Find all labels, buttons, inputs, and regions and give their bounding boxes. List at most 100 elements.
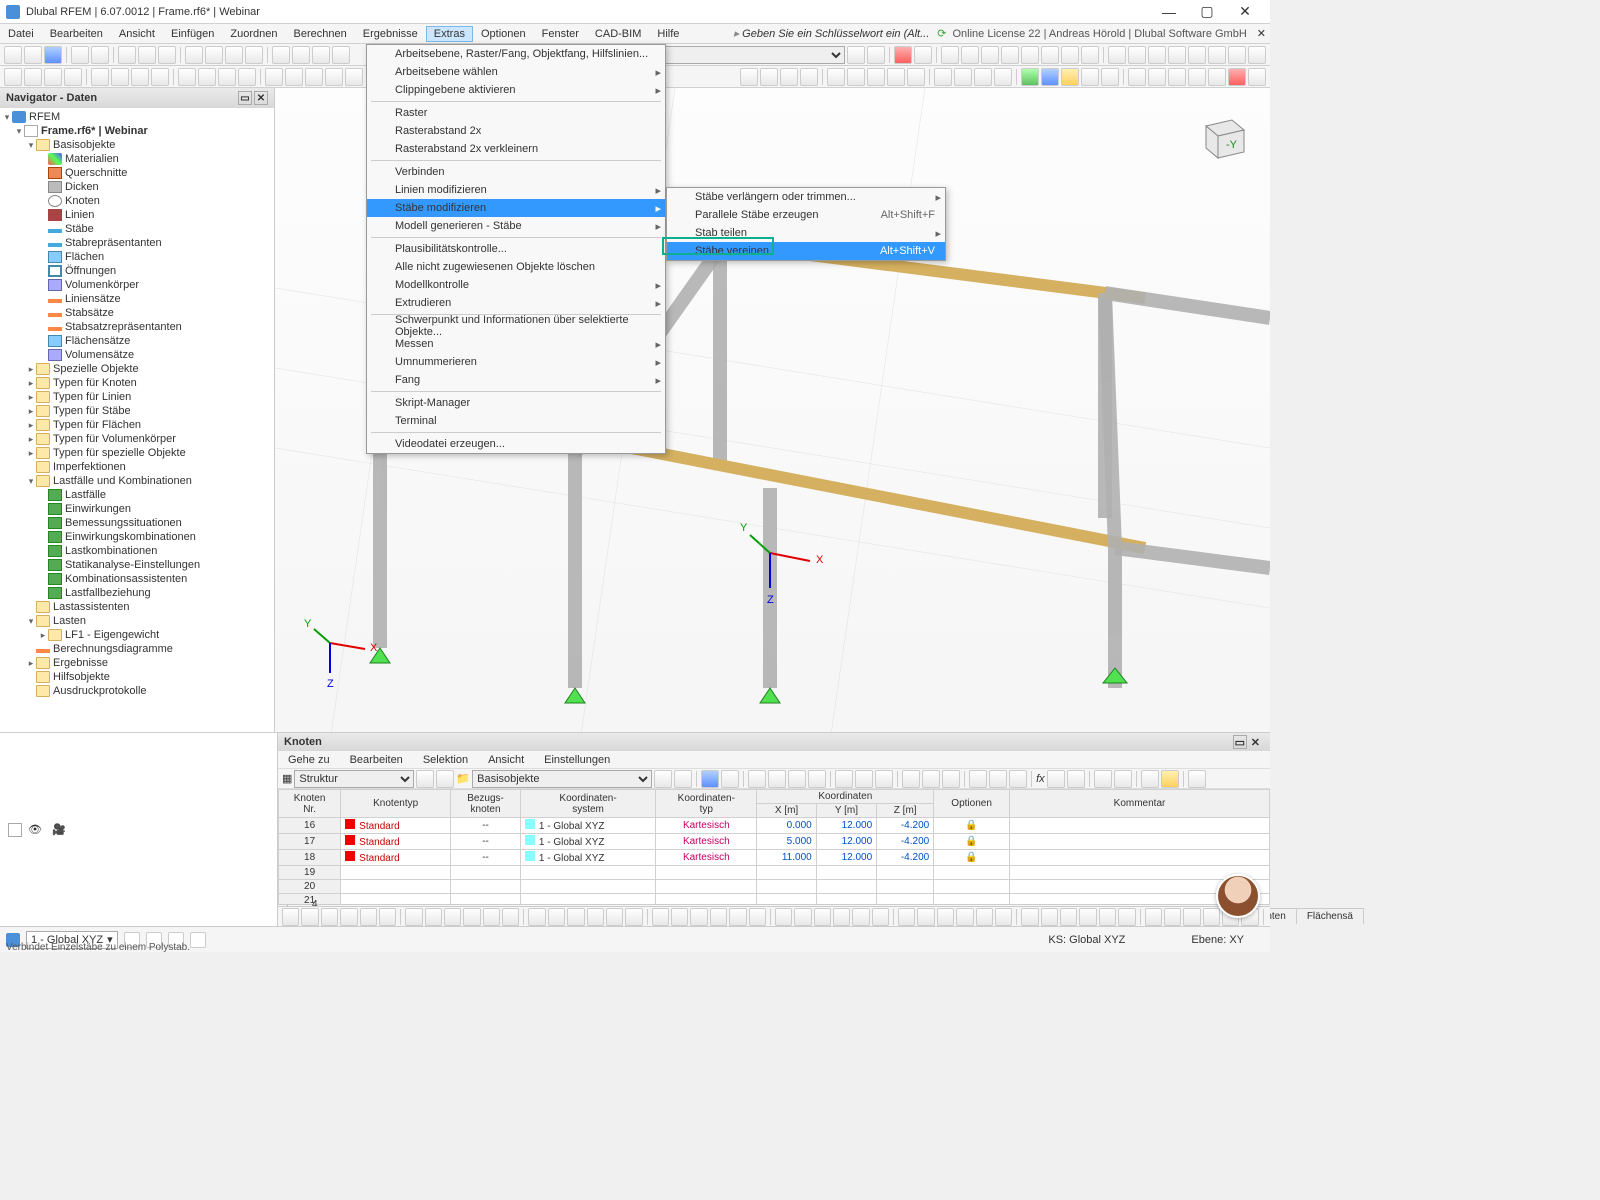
snap-tool[interactable] (1203, 908, 1220, 926)
et15[interactable] (305, 68, 323, 86)
bt19[interactable] (1114, 770, 1132, 788)
rt15[interactable] (1041, 68, 1059, 86)
tree-item[interactable]: ▸Typen für Stäbe (0, 404, 274, 418)
close-button[interactable]: ✕ (1226, 1, 1264, 23)
bt4[interactable] (768, 770, 786, 788)
basis-combo[interactable]: Basisobjekte (472, 770, 652, 788)
tool-paste[interactable] (158, 46, 176, 64)
bt16[interactable] (1047, 770, 1065, 788)
bm-selektion[interactable]: Selektion (413, 753, 478, 767)
tree-item[interactable]: Stäbe (0, 222, 274, 236)
menu-item[interactable]: Modell generieren - Stäbe▸ (367, 217, 665, 235)
et3[interactable] (44, 68, 62, 86)
snap-tool[interactable] (1099, 908, 1116, 926)
tool-open[interactable] (24, 46, 42, 64)
tree-item[interactable]: ▾Lasten (0, 614, 274, 628)
bt-next2[interactable] (674, 770, 692, 788)
snap-tool[interactable] (1060, 908, 1077, 926)
tool-table[interactable] (272, 46, 290, 64)
snap-tool[interactable] (1183, 908, 1200, 926)
tree-item[interactable]: ▾Basisobjekte (0, 138, 274, 152)
tree-item[interactable]: Lastfallbeziehung (0, 586, 274, 600)
script-icon[interactable] (8, 823, 22, 837)
snap-tool[interactable] (483, 908, 500, 926)
menu-einfuegen[interactable]: Einfügen (163, 26, 222, 42)
tree-item[interactable]: Linien (0, 208, 274, 222)
snap-tool[interactable] (567, 908, 584, 926)
snap-tool[interactable] (301, 908, 318, 926)
tree-item[interactable]: Lastassistenten (0, 600, 274, 614)
bt7[interactable] (835, 770, 853, 788)
snap-tool[interactable] (852, 908, 869, 926)
rt21[interactable] (1168, 68, 1186, 86)
rt13[interactable] (994, 68, 1012, 86)
tree-item[interactable]: ▸Typen für spezielle Objekte (0, 446, 274, 460)
tree-item[interactable]: Lastfälle (0, 488, 274, 502)
rt10[interactable] (934, 68, 952, 86)
snap-tool[interactable] (1021, 908, 1038, 926)
menu-item[interactable]: Messen▸ (367, 335, 665, 353)
bt12[interactable] (942, 770, 960, 788)
menu-item[interactable]: Arbeitsebene wählen▸ (367, 63, 665, 81)
navigator-close[interactable]: ✕ (254, 91, 268, 105)
snap-tool[interactable] (729, 908, 746, 926)
tree-item[interactable]: Bemessungssituationen (0, 516, 274, 530)
rt14[interactable] (1021, 68, 1039, 86)
menu-fenster[interactable]: Fenster (534, 26, 587, 42)
menu-item[interactable]: Clippingebene aktivieren▸ (367, 81, 665, 99)
rt8[interactable] (887, 68, 905, 86)
et16[interactable] (325, 68, 343, 86)
bt2[interactable] (721, 770, 739, 788)
menu-item[interactable]: Schwerpunkt und Informationen über selek… (367, 317, 665, 335)
bt1[interactable] (701, 770, 719, 788)
tool-panel[interactable] (292, 46, 310, 64)
tree-item[interactable]: Liniensätze (0, 292, 274, 306)
et10[interactable] (198, 68, 216, 86)
snap-tool[interactable] (528, 908, 545, 926)
tool-v5[interactable] (1021, 46, 1039, 64)
tool-view7[interactable] (1228, 46, 1246, 64)
bt-search[interactable] (1188, 770, 1206, 788)
menu-extras[interactable]: Extras (426, 26, 473, 42)
tool-view6[interactable] (1208, 46, 1226, 64)
et4[interactable] (64, 68, 82, 86)
tree-item[interactable]: Ausdruckprotokolle (0, 684, 274, 698)
tree-item[interactable]: Flächen (0, 250, 274, 264)
snap-tool[interactable] (444, 908, 461, 926)
menu-item[interactable]: Rasterabstand 2x verkleinern (367, 140, 665, 158)
rt7[interactable] (867, 68, 885, 86)
tree-item[interactable]: Volumenkörper (0, 278, 274, 292)
tool-v7[interactable] (1061, 46, 1079, 64)
tool-redo[interactable] (91, 46, 109, 64)
eye-icon[interactable]: 👁 (28, 823, 46, 836)
tree-item[interactable]: Einwirkungen (0, 502, 274, 516)
tool-v3[interactable] (981, 46, 999, 64)
snap-tool[interactable] (956, 908, 973, 926)
menu-zuordnen[interactable]: Zuordnen (222, 26, 285, 42)
tool-nav4[interactable] (245, 46, 263, 64)
et14[interactable] (285, 68, 303, 86)
tool-v6[interactable] (1041, 46, 1059, 64)
tool-next[interactable] (867, 46, 885, 64)
snap-tool[interactable] (587, 908, 604, 926)
tree-item[interactable]: Knoten (0, 194, 274, 208)
et6[interactable] (111, 68, 129, 86)
data-grid[interactable]: KnotenNr.KnotentypBezugs-knotenKoordinat… (278, 789, 1270, 904)
tool-new[interactable] (4, 46, 22, 64)
bottom-close[interactable]: ✕ (1247, 736, 1264, 749)
tree-item[interactable]: Imperfektionen (0, 460, 274, 474)
tool-view3[interactable] (1148, 46, 1166, 64)
bt18[interactable] (1094, 770, 1112, 788)
tree-item[interactable]: Hilfsobjekte (0, 670, 274, 684)
snap-tool[interactable] (872, 908, 889, 926)
bt20[interactable] (1141, 770, 1159, 788)
tool-v2[interactable] (961, 46, 979, 64)
keyword-search[interactable]: ▸ Geben Sie ein Schlüsselwort ein (Alt..… (734, 27, 938, 40)
et2[interactable] (24, 68, 42, 86)
bt17[interactable] (1067, 770, 1085, 788)
snap-tool[interactable] (917, 908, 934, 926)
camera-icon[interactable]: 🎥 (52, 823, 70, 836)
navigator-pin[interactable]: ▭ (238, 91, 252, 105)
rt18[interactable] (1101, 68, 1119, 86)
snap-tool[interactable] (425, 908, 442, 926)
